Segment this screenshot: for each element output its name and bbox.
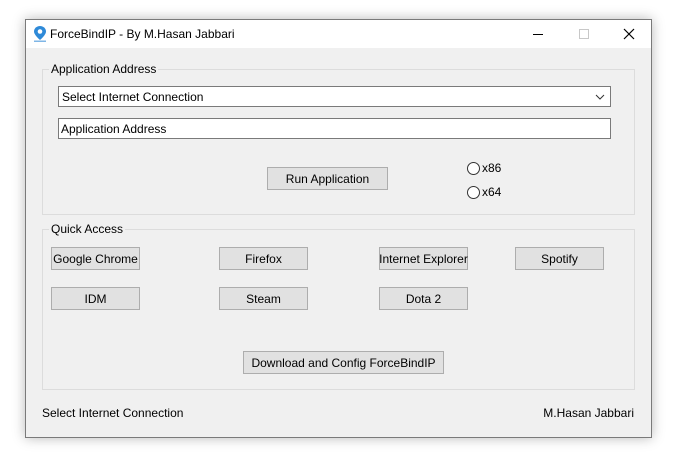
application-address-input[interactable] bbox=[58, 118, 611, 139]
google-chrome-button[interactable]: Google Chrome bbox=[51, 247, 140, 270]
firefox-button[interactable]: Firefox bbox=[219, 247, 308, 270]
application-address-group-label: Application Address bbox=[49, 62, 159, 76]
run-application-button[interactable]: Run Application bbox=[267, 167, 388, 190]
radio-x64-indicator bbox=[467, 186, 480, 199]
minimize-button[interactable] bbox=[515, 20, 561, 48]
window-title: ForceBindIP - By M.Hasan Jabbari bbox=[50, 27, 235, 41]
status-author-text: M.Hasan Jabbari bbox=[543, 406, 634, 420]
internet-explorer-button[interactable]: Internet Explorer bbox=[379, 247, 468, 270]
internet-connection-select[interactable]: Select Internet Connection bbox=[58, 86, 611, 107]
idm-button[interactable]: IDM bbox=[51, 287, 140, 310]
title-bar[interactable]: ForceBindIP - By M.Hasan Jabbari bbox=[26, 20, 651, 48]
download-config-forcebindip-button[interactable]: Download and Config ForceBindIP bbox=[243, 351, 444, 374]
maximize-button[interactable] bbox=[561, 20, 607, 48]
steam-button[interactable]: Steam bbox=[219, 287, 308, 310]
radio-x86-label: x86 bbox=[482, 161, 502, 175]
quick-access-group-label: Quick Access bbox=[49, 222, 126, 236]
radio-x64[interactable]: x64 bbox=[467, 185, 517, 201]
radio-x86-indicator bbox=[467, 162, 480, 175]
app-pin-icon bbox=[32, 25, 48, 43]
close-button[interactable] bbox=[606, 20, 652, 48]
close-icon bbox=[623, 28, 635, 40]
status-connection-text: Select Internet Connection bbox=[42, 406, 184, 420]
app-window: ForceBindIP - By M.Hasan Jabbari Applica… bbox=[25, 19, 652, 438]
radio-x86[interactable]: x86 bbox=[467, 161, 517, 177]
radio-x64-label: x64 bbox=[482, 185, 502, 199]
internet-connection-select-value: Select Internet Connection bbox=[62, 90, 204, 104]
dota-2-button[interactable]: Dota 2 bbox=[379, 287, 468, 310]
chevron-down-icon bbox=[593, 90, 607, 104]
minimize-icon bbox=[533, 34, 543, 35]
spotify-button[interactable]: Spotify bbox=[515, 247, 604, 270]
maximize-icon bbox=[579, 29, 589, 39]
